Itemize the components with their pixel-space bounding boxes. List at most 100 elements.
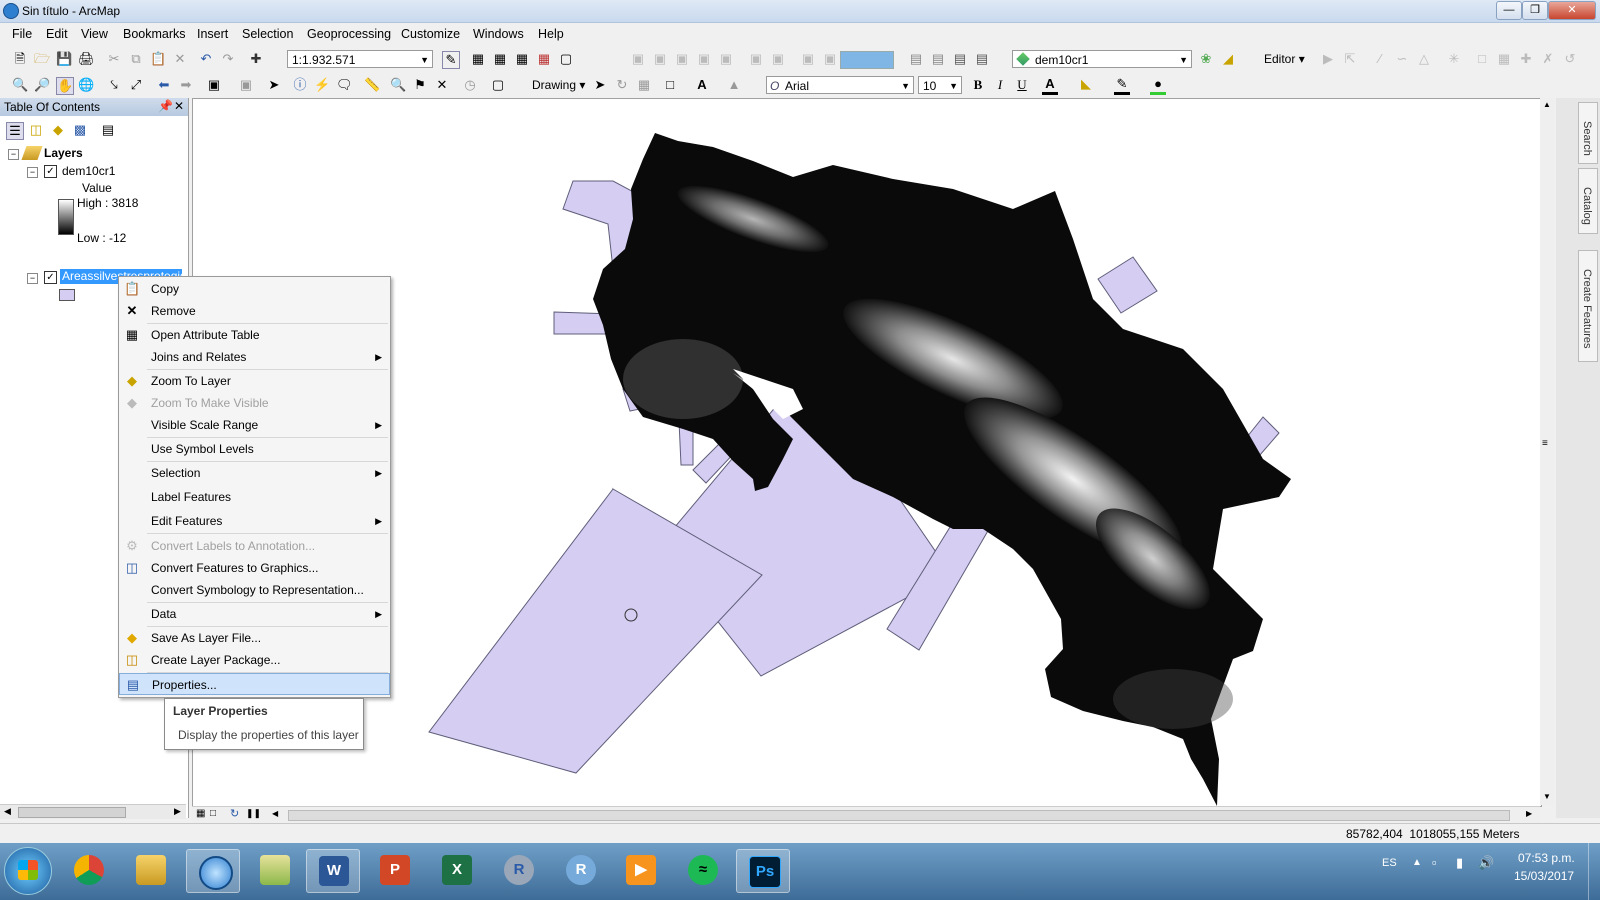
language-indicator[interactable]: ES	[1382, 857, 1397, 869]
find-icon[interactable]: 🔍	[390, 77, 406, 93]
menu-item-visible-scale-range[interactable]: Visible Scale Range ▶	[119, 414, 390, 436]
menu-customize[interactable]: Customize	[401, 27, 460, 41]
menu-item-joins-relates[interactable]: Joins and Relates ▶	[119, 346, 390, 368]
data-view-icon[interactable]: ▦	[196, 808, 205, 819]
arctoolbox-icon[interactable]: ▦	[536, 51, 552, 67]
catalog-icon[interactable]: ▦	[492, 51, 508, 67]
scroll-right-icon[interactable]: ▶	[174, 806, 181, 817]
taskbar-rstudio[interactable]: R	[554, 849, 608, 893]
zoom-percent-combo[interactable]	[840, 51, 894, 69]
side-tab-catalog[interactable]: Catalog	[1578, 168, 1598, 234]
menu-item-remove[interactable]: ✕ Remove	[119, 300, 390, 322]
map-vertical-scrollbar[interactable]: ▲ ≡ ▼	[1540, 98, 1554, 805]
text-icon[interactable]: A	[694, 77, 710, 93]
pan-icon[interactable]: ✋	[56, 77, 74, 95]
menu-item-use-symbol-levels[interactable]: Use Symbol Levels	[119, 438, 390, 460]
menu-item-convert-features[interactable]: ◫ Convert Features to Graphics...	[119, 557, 390, 579]
underline-button[interactable]: U	[1014, 77, 1030, 93]
font-size-combo[interactable]: 10 ▼	[918, 76, 962, 94]
menu-view[interactable]: View	[81, 27, 108, 41]
map-horizontal-scroll-thumb[interactable]	[288, 810, 1510, 821]
list-by-source-icon[interactable]: ◫	[28, 122, 44, 138]
scroll-up-icon[interactable]: ▲	[1543, 100, 1551, 109]
select-features-icon[interactable]: ▣	[206, 77, 222, 93]
layout-tools-icon[interactable]: ▤	[908, 51, 924, 67]
editor-toolbar-icon[interactable]: ✎	[442, 51, 460, 69]
editor-menu[interactable]: Editor ▾	[1264, 52, 1305, 66]
menu-item-convert-symbology[interactable]: Convert Symbology to Representation...	[119, 579, 390, 601]
menu-item-create-layer-package[interactable]: ◫ Create Layer Package...	[119, 649, 390, 671]
clock-date[interactable]: 15/03/2017	[1514, 869, 1574, 883]
go-to-xy-icon[interactable]: ✕	[434, 77, 450, 93]
zoom-whole-page-icon[interactable]: ▦	[636, 77, 652, 93]
marker-color-icon[interactable]: ●	[1150, 76, 1166, 95]
options-icon[interactable]: ▤	[100, 122, 116, 138]
taskbar-r[interactable]: R	[492, 849, 546, 893]
scroll-thumb[interactable]	[18, 807, 126, 818]
list-by-visibility-icon[interactable]: ◆	[50, 122, 66, 138]
taskbar-spotify[interactable]: ≈	[676, 849, 730, 893]
menu-item-selection[interactable]: Selection ▶	[119, 462, 390, 484]
time-slider-icon[interactable]: ◷	[462, 77, 478, 93]
close-icon[interactable]: ✕	[174, 99, 184, 113]
menu-item-data[interactable]: Data ▶	[119, 603, 390, 625]
toc-horizontal-scrollbar[interactable]: ◀ ▶	[0, 804, 186, 819]
menu-item-properties[interactable]: ▤ Properties...	[119, 673, 390, 695]
layout-tools-icon[interactable]: ▤	[952, 51, 968, 67]
maximize-button[interactable]: ❐	[1522, 1, 1548, 20]
side-tab-create-features[interactable]: Create Features	[1578, 250, 1598, 362]
full-extent-icon[interactable]: 🌐	[78, 77, 94, 93]
pause-icon[interactable]: ❚❚	[246, 808, 261, 819]
save-icon[interactable]: 💾	[56, 51, 72, 67]
layers-root-label[interactable]: Layers	[44, 146, 83, 160]
menu-insert[interactable]: Insert	[197, 27, 228, 41]
table-of-contents-icon[interactable]: ▦	[470, 51, 486, 67]
delete-icon[interactable]: ✕	[172, 51, 188, 67]
identify-icon[interactable]: ⓘ	[292, 77, 308, 93]
menu-windows[interactable]: Windows	[473, 27, 524, 41]
network-icon[interactable]: ▫	[1432, 855, 1437, 870]
layer-name-dem[interactable]: dem10cr1	[62, 164, 115, 178]
taskbar-excel[interactable]: X	[430, 849, 484, 893]
scroll-down-icon[interactable]: ▼	[1543, 792, 1551, 801]
menu-item-save-as-layer-file[interactable]: ◆ Save As Layer File...	[119, 627, 390, 649]
taskbar-photoshop[interactable]: Ps	[736, 849, 790, 893]
new-document-icon[interactable]: 🗎	[12, 51, 28, 67]
hyperlink-icon[interactable]: ⚡	[314, 77, 330, 93]
show-desktop-button[interactable]	[1588, 843, 1600, 900]
taskbar-powerpoint[interactable]: P	[368, 849, 422, 893]
select-elements-icon[interactable]: ➤	[266, 77, 282, 93]
line-color-icon[interactable]: ✎	[1114, 76, 1130, 95]
scale-combo[interactable]: 1:1.932.571 ▼	[287, 50, 433, 68]
measure-icon[interactable]: ◢	[1220, 51, 1236, 67]
scroll-grip-icon[interactable]: ≡	[1542, 438, 1548, 449]
start-button[interactable]	[4, 847, 52, 895]
fixed-zoom-in-icon[interactable]: ⤥	[106, 77, 122, 93]
taskbar-arcmap[interactable]	[186, 849, 240, 893]
list-by-selection-icon[interactable]: ▩	[72, 122, 88, 138]
find-route-icon[interactable]: ⚑	[412, 77, 428, 93]
taskbar-chrome[interactable]	[62, 849, 116, 893]
map-display[interactable]	[192, 98, 1542, 807]
fill-color-icon[interactable]: ◣	[1078, 76, 1094, 92]
edit-vertices-icon[interactable]: ▲	[726, 77, 742, 93]
menu-file[interactable]: File	[12, 27, 32, 41]
forward-arrow-icon[interactable]: ➡	[178, 77, 194, 93]
refresh-icon[interactable]: ↻	[230, 807, 239, 820]
collapse-icon[interactable]: −	[8, 149, 19, 160]
paste-icon[interactable]: 📋	[150, 51, 166, 67]
back-arrow-icon[interactable]: ⬅	[156, 77, 172, 93]
python-icon[interactable]: ▢	[558, 51, 574, 67]
clock-time[interactable]: 07:53 p.m.	[1518, 851, 1575, 865]
drawing-menu[interactable]: Drawing ▾	[532, 78, 585, 92]
select-elements-icon[interactable]: ➤	[592, 77, 608, 93]
measure-tool-icon[interactable]: 📏	[364, 77, 380, 93]
pin-icon[interactable]: 📌	[158, 99, 173, 113]
collapse-icon[interactable]: −	[27, 273, 38, 284]
taskbar-arccatalog[interactable]	[248, 849, 302, 893]
taskbar-explorer[interactable]	[124, 849, 178, 893]
layer-combo[interactable]: dem10cr1 ▼	[1012, 50, 1192, 68]
close-button[interactable]: ✕	[1548, 1, 1596, 20]
undo-icon[interactable]: ↶	[198, 51, 214, 67]
battery-icon[interactable]: ▮	[1456, 855, 1463, 871]
